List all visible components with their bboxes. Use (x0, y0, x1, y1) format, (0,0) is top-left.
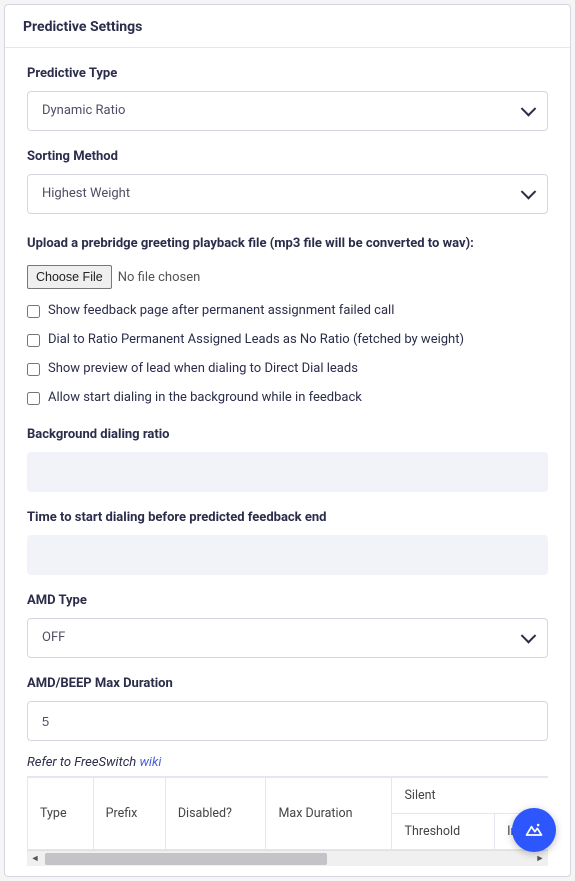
amd-type-select[interactable]: OFF (27, 618, 548, 658)
predictive-type-label: Predictive Type (27, 66, 548, 81)
refer-prefix: Refer to FreeSwitch (27, 755, 139, 770)
upload-label: Upload a prebridge greeting playback fil… (27, 236, 548, 251)
help-fab-button[interactable] (512, 808, 556, 852)
th-max-duration: Max Duration (266, 778, 392, 850)
bg-ratio-label: Background dialing ratio (27, 427, 548, 442)
file-row: Choose File No file chosen (27, 265, 548, 289)
checkbox-label-0[interactable]: Show feedback page after permanent assig… (48, 303, 394, 318)
settings-panel: Predictive Settings Predictive Type Dyna… (4, 4, 571, 877)
th-threshold: Threshold (392, 814, 495, 850)
th-disabled: Disabled? (165, 778, 266, 850)
predictive-type-select[interactable]: Dynamic Ratio (27, 91, 548, 131)
scroll-left-arrow-icon[interactable]: ◄ (27, 851, 43, 867)
checkbox-row-2: Show preview of lead when dialing to Dir… (27, 361, 548, 376)
horizontal-scrollbar[interactable]: ◄ ► (27, 850, 548, 866)
checkbox-label-2[interactable]: Show preview of lead when dialing to Dir… (48, 361, 358, 376)
checkbox-allow-bg-dial[interactable] (27, 392, 40, 405)
th-prefix: Prefix (93, 778, 165, 850)
sorting-method-label: Sorting Method (27, 149, 548, 164)
predictive-type-select-wrap: Dynamic Ratio (27, 91, 548, 131)
th-silent: Silent (392, 778, 548, 814)
amd-max-label: AMD/BEEP Max Duration (27, 676, 548, 691)
checkbox-row-0: Show feedback page after permanent assig… (27, 303, 548, 318)
amd-type-select-wrap: OFF (27, 618, 548, 658)
panel-title: Predictive Settings (23, 19, 552, 35)
choose-file-button[interactable]: Choose File (27, 265, 112, 289)
time-start-label: Time to start dialing before predicted f… (27, 510, 548, 525)
th-type: Type (28, 778, 94, 850)
bg-ratio-input (27, 452, 548, 492)
amd-type-label: AMD Type (27, 593, 548, 608)
checkbox-dial-ratio[interactable] (27, 334, 40, 347)
panel-header: Predictive Settings (5, 5, 570, 48)
checkbox-label-1[interactable]: Dial to Ratio Permanent Assigned Leads a… (48, 332, 464, 347)
scrollbar-thumb[interactable] (45, 853, 327, 865)
wiki-link[interactable]: wiki (139, 755, 161, 770)
checkbox-row-3: Allow start dialing in the background wh… (27, 390, 548, 405)
checkbox-label-3[interactable]: Allow start dialing in the background wh… (48, 390, 362, 405)
table-scroll[interactable]: Type Prefix Disabled? Max Duration Silen… (27, 776, 548, 850)
panel-body: Predictive Type Dynamic Ratio Sorting Me… (5, 48, 570, 876)
checkbox-feedback-page[interactable] (27, 305, 40, 318)
checkbox-preview-lead[interactable] (27, 363, 40, 376)
refer-line: Refer to FreeSwitch wiki (27, 755, 548, 770)
sorting-method-select-wrap: Highest Weight (27, 174, 548, 214)
checkbox-row-1: Dial to Ratio Permanent Assigned Leads a… (27, 332, 548, 347)
file-status: No file chosen (118, 270, 201, 285)
time-start-input (27, 535, 548, 575)
scroll-right-arrow-icon[interactable]: ► (532, 851, 548, 867)
sorting-method-select[interactable]: Highest Weight (27, 174, 548, 214)
mountains-icon (524, 820, 544, 840)
params-table: Type Prefix Disabled? Max Duration Silen… (27, 777, 548, 850)
amd-max-input[interactable] (27, 701, 548, 741)
